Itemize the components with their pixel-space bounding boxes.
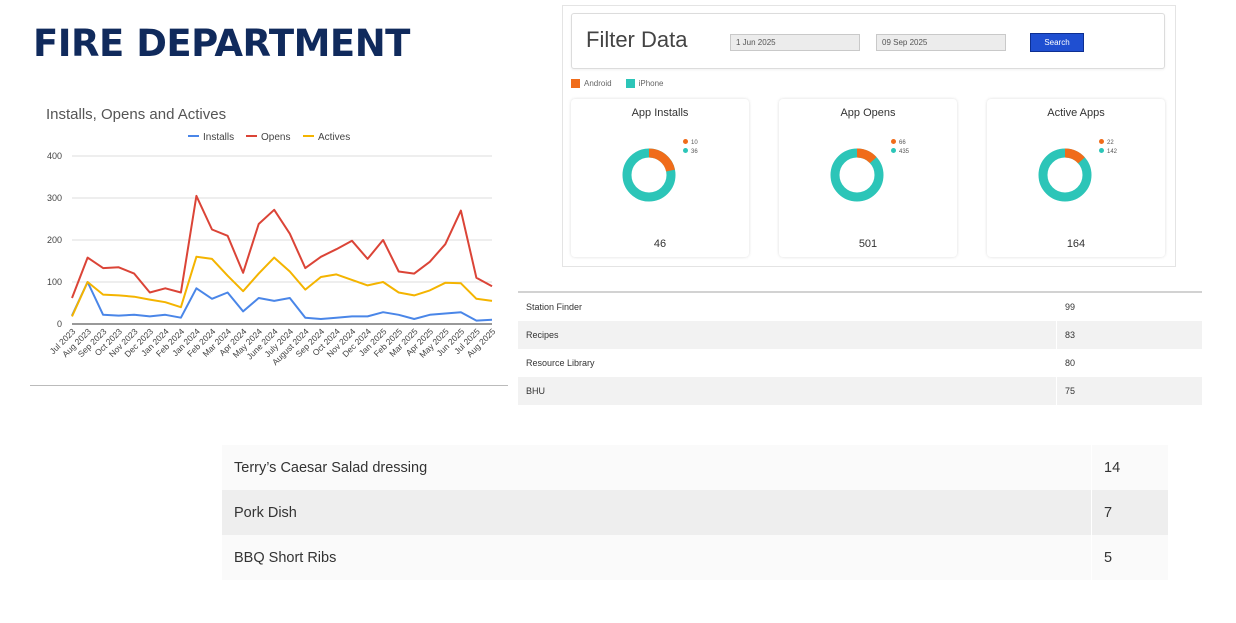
row-name: Pork Dish bbox=[222, 490, 1092, 535]
card-active-apps: Active Apps 22 142 164 bbox=[987, 99, 1165, 257]
y-tick-label: 100 bbox=[47, 277, 62, 287]
android-count: 22 bbox=[1107, 140, 1114, 146]
table-row[interactable]: BBQ Short Ribs 5 bbox=[222, 535, 1168, 580]
row-name: Station Finder bbox=[526, 302, 583, 312]
card-app-opens: App Opens 66 435 501 bbox=[779, 99, 957, 257]
filter-title: Filter Data bbox=[586, 27, 688, 52]
legend-iphone[interactable]: iPhone bbox=[625, 79, 664, 88]
card-total: 164 bbox=[1066, 238, 1086, 250]
card-title: Active Apps bbox=[1047, 107, 1105, 119]
iphone-count: 142 bbox=[1107, 149, 1118, 155]
platform-legend: Android iPhone bbox=[571, 79, 664, 88]
end-date-input[interactable]: 09 Sep 2025 bbox=[876, 34, 1006, 51]
table-row[interactable]: Terry’s Caesar Salad dressing 14 bbox=[222, 445, 1168, 490]
y-tick-label: 200 bbox=[47, 235, 62, 245]
filter-box: Filter Data 1 Jun 2025 09 Sep 2025 Searc… bbox=[571, 13, 1165, 69]
android-count: 66 bbox=[899, 140, 906, 146]
row-name: Terry’s Caesar Salad dressing bbox=[222, 445, 1092, 490]
row-name: Recipes bbox=[526, 330, 559, 340]
row-value: 75 bbox=[1056, 377, 1202, 405]
chart-title: Installs, Opens and Actives bbox=[46, 106, 226, 123]
y-tick-label: 400 bbox=[47, 151, 62, 161]
card-app-installs: App Installs 10 36 46 bbox=[571, 99, 749, 257]
row-value: 7 bbox=[1104, 504, 1113, 521]
row-value: 5 bbox=[1104, 549, 1113, 566]
legend-label-installs: Installs bbox=[203, 132, 234, 143]
start-date-input[interactable]: 1 Jun 2025 bbox=[730, 34, 860, 51]
row-name: Resource Library bbox=[526, 358, 595, 368]
row-value: 80 bbox=[1056, 349, 1202, 377]
page-title: FIRE DEPARTMENT bbox=[33, 22, 410, 65]
row-name: BBQ Short Ribs bbox=[222, 535, 1092, 580]
card-total: 46 bbox=[653, 238, 667, 250]
legend-label-actives: Actives bbox=[318, 132, 350, 143]
iphone-dot bbox=[1099, 148, 1104, 153]
row-value: 14 bbox=[1104, 459, 1121, 476]
card-legend: 10 36 bbox=[683, 139, 698, 157]
iphone-dot bbox=[891, 148, 896, 153]
table-row[interactable]: Pork Dish 7 bbox=[222, 490, 1168, 535]
android-dot bbox=[683, 139, 688, 144]
table-row[interactable]: Resource Library 80 bbox=[518, 349, 1202, 377]
table-row[interactable]: BHU 75 bbox=[518, 377, 1202, 405]
series-line-opens bbox=[71, 194, 493, 299]
row-name: BHU bbox=[526, 386, 546, 396]
card-total: 501 bbox=[858, 238, 878, 250]
recipe-table: Terry’s Caesar Salad dressing 14 Pork Di… bbox=[222, 445, 1168, 580]
chart-divider bbox=[30, 385, 508, 386]
series-line-installs bbox=[71, 281, 493, 322]
card-legend: 66 435 bbox=[891, 139, 909, 157]
card-title: App Installs bbox=[631, 107, 689, 119]
y-tick-label: 300 bbox=[47, 193, 62, 203]
iphone-count: 435 bbox=[899, 149, 910, 155]
iphone-count: 36 bbox=[691, 149, 698, 155]
android-dot bbox=[891, 139, 896, 144]
donut-chart bbox=[830, 148, 884, 202]
row-value: 99 bbox=[1056, 293, 1202, 321]
search-button[interactable]: Search bbox=[1030, 33, 1084, 52]
feature-usage-table: Station Finder 99 Recipes 83 Resource Li… bbox=[518, 291, 1202, 405]
legend-android[interactable]: Android bbox=[571, 79, 612, 88]
android-dot bbox=[1099, 139, 1104, 144]
iphone-swatch bbox=[625, 79, 635, 88]
table-row[interactable]: Station Finder 99 bbox=[518, 293, 1202, 321]
table-body: Station Finder 99 Recipes 83 Resource Li… bbox=[518, 293, 1202, 405]
legend-label-opens: Opens bbox=[261, 132, 290, 143]
donut-chart bbox=[1038, 148, 1092, 202]
card-title: App Opens bbox=[840, 107, 896, 119]
legend-android-label: Android bbox=[584, 79, 612, 88]
iphone-dot bbox=[683, 148, 688, 153]
row-value: 83 bbox=[1056, 321, 1202, 349]
android-count: 10 bbox=[691, 140, 698, 146]
donut-chart bbox=[622, 148, 676, 202]
table-row[interactable]: Recipes 83 bbox=[518, 321, 1202, 349]
line-chart: Installs, Opens and Actives Installs Opens… bbox=[30, 96, 510, 386]
series-line-actives bbox=[71, 255, 493, 317]
card-legend: 22 142 bbox=[1099, 139, 1117, 157]
legend-iphone-label: iPhone bbox=[638, 79, 664, 88]
android-swatch bbox=[571, 79, 580, 88]
y-tick-label: 0 bbox=[57, 319, 62, 329]
line-chart-svg: Installs, Opens and Actives Installs Opens… bbox=[46, 106, 498, 367]
